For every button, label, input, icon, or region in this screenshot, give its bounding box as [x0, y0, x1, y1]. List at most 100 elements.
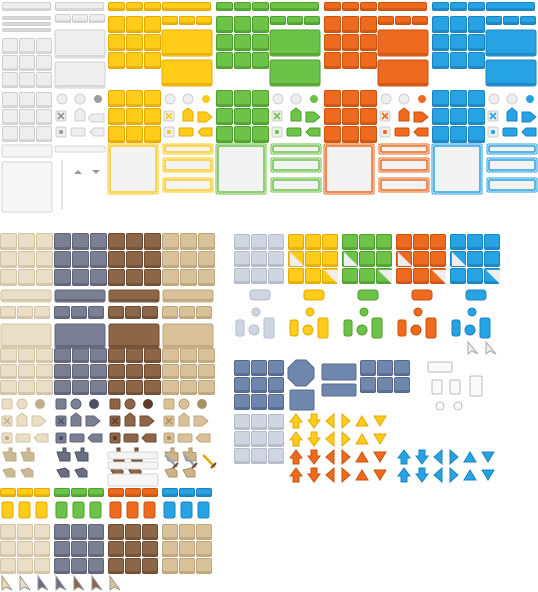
- arrow-tab-icon: [195, 433, 211, 443]
- tile-shade: [71, 316, 87, 318]
- tile-shade: [268, 373, 284, 375]
- tile-shade: [108, 571, 124, 573]
- tile-shade: [304, 22, 320, 24]
- knob: [317, 317, 329, 339]
- tile-shade: [0, 392, 17, 394]
- tile-shade: [0, 376, 17, 378]
- white-outline-panel: [1, 161, 53, 213]
- tile-shade: [108, 392, 125, 394]
- knob-dot: [467, 307, 477, 317]
- tile-shade: [108, 265, 125, 267]
- tab-button: [180, 501, 193, 519]
- tile-shade: [54, 247, 71, 249]
- arrow-icon: [325, 412, 335, 430]
- cursor-icon: [485, 340, 497, 355]
- tile-shade: [268, 461, 284, 463]
- tile-shade: [71, 537, 87, 539]
- tile-shade: [162, 571, 178, 573]
- tab-button: [89, 501, 102, 519]
- panel-shade: [164, 299, 212, 301]
- tile-shade: [196, 537, 212, 539]
- orange-panel: [377, 29, 429, 57]
- tile-shade: [126, 66, 143, 68]
- tile-shade: [0, 265, 17, 267]
- tile-shade: [179, 537, 195, 539]
- tab-button: [197, 501, 210, 519]
- cursor-icon: [73, 574, 85, 591]
- tile-shade: [252, 48, 269, 50]
- knob-round: [464, 324, 476, 336]
- cursor-icon: [55, 574, 67, 591]
- tile-shade: [251, 390, 267, 392]
- arrow-icon: [289, 431, 303, 447]
- green-outline-panel: [215, 143, 267, 195]
- hand-pointer-icon: [56, 467, 70, 478]
- tile-shade: [450, 247, 466, 249]
- button-bar: [411, 289, 433, 301]
- tile-shade: [432, 66, 449, 68]
- tile-shade: [196, 22, 212, 24]
- green-panel: [269, 29, 321, 57]
- tile-shade: [126, 376, 143, 378]
- tile-shade: [180, 283, 197, 285]
- tile-shade: [2, 139, 18, 141]
- knob-dot: [305, 307, 315, 317]
- arrow-icon: [341, 430, 351, 448]
- arrow-icon: [355, 469, 369, 481]
- radio-icon: [74, 93, 86, 105]
- check-box-icon: [163, 398, 175, 410]
- tab-button: [126, 501, 139, 519]
- radio-icon: [16, 398, 28, 410]
- arrow-icon: [325, 430, 335, 448]
- cursor-icon: [1, 574, 13, 591]
- arrow-tab-icon: [85, 415, 101, 427]
- arrow-tab-icon: [413, 111, 429, 123]
- arrow-icon: [325, 466, 335, 484]
- tile-shade: [234, 8, 251, 10]
- knob: [263, 317, 275, 339]
- blue-outline-panel: [431, 143, 483, 195]
- tile-shade: [108, 247, 125, 249]
- tile-shade: [360, 390, 376, 392]
- tile-shade: [198, 265, 215, 267]
- check-fill: [167, 130, 171, 134]
- tile-shade: [36, 105, 52, 107]
- tile-shade: [378, 22, 394, 24]
- tile-shade: [359, 247, 375, 249]
- hand-pointer-icon: [164, 447, 179, 462]
- tile-shade: [268, 427, 284, 429]
- tile-shade: [54, 537, 70, 539]
- arrow-icon: [481, 469, 495, 481]
- tile-shade: [144, 30, 161, 32]
- tile-shade: [2, 51, 18, 53]
- arrow-icon: [289, 467, 303, 483]
- tile-shade: [252, 8, 269, 10]
- tile-shade: [252, 122, 269, 124]
- knob: [397, 319, 407, 337]
- tile-shade: [520, 22, 536, 24]
- arrow-icon: [341, 448, 351, 466]
- arrow-icon: [397, 467, 411, 483]
- tile-shade: [36, 139, 52, 141]
- tile-shade: [72, 247, 89, 249]
- tile-shade: [54, 392, 71, 394]
- tile-shade: [180, 247, 197, 249]
- radio-icon: [70, 398, 82, 410]
- knob-round: [453, 401, 463, 411]
- arrow-tab-icon: [141, 433, 157, 443]
- tile-shade: [359, 264, 375, 266]
- tile-shade: [268, 247, 284, 249]
- tile-shade: [142, 554, 158, 556]
- beige-panel: [0, 323, 52, 349]
- knob: [343, 319, 353, 337]
- tile-shade: [108, 122, 125, 124]
- slate-tile: [289, 389, 315, 411]
- tile-shade: [108, 140, 125, 142]
- tile-shade: [198, 392, 215, 394]
- tile-shade: [126, 283, 143, 285]
- tile-shade: [18, 265, 35, 267]
- tile-shade: [108, 48, 125, 50]
- arrow-icon: [415, 449, 429, 465]
- tile-shade: [484, 247, 500, 249]
- tile-shade: [450, 122, 467, 124]
